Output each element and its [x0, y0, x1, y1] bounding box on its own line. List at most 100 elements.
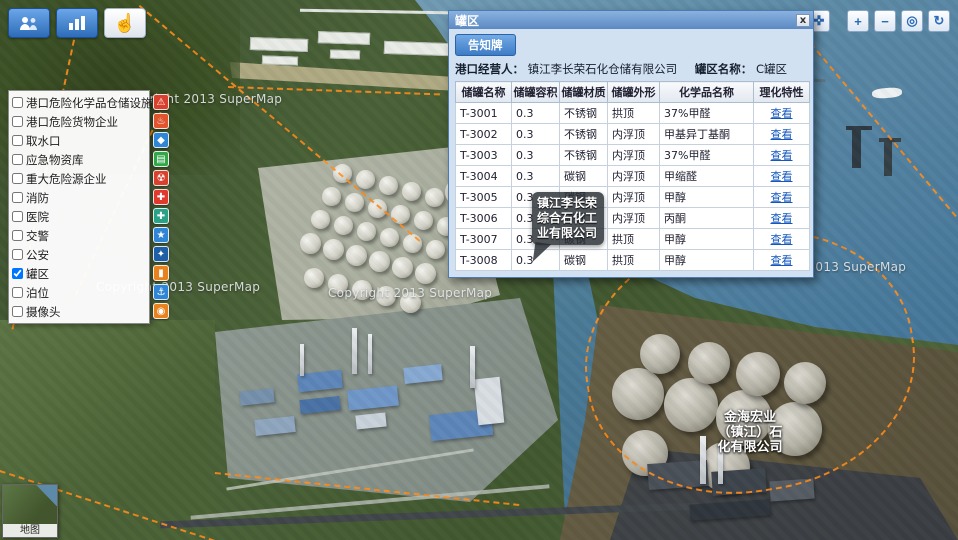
layer-item-11[interactable]: 摄像头: [9, 302, 149, 321]
zoom-in-button[interactable]: +: [847, 10, 869, 32]
view-link[interactable]: 查看: [771, 170, 793, 183]
table-row: T-30010.3不锈钢拱顶37%甲醛查看: [456, 103, 810, 124]
view-link[interactable]: 查看: [771, 254, 793, 267]
storage-tank[interactable]: [402, 182, 421, 201]
layer-checkbox[interactable]: [12, 287, 23, 298]
overview-map[interactable]: 地图: [2, 484, 58, 538]
table-cell: 不锈钢: [560, 145, 608, 166]
table-cell: T-3004: [456, 166, 512, 187]
dialog-title: 罐区: [455, 12, 479, 29]
storage-tank[interactable]: [357, 222, 376, 241]
table-cell: 甲缩醛: [660, 166, 754, 187]
table-row: T-30070.3碳钢拱顶甲醇查看: [456, 229, 810, 250]
table-cell: 内浮顶: [608, 124, 660, 145]
table-cell: 37%甲醛: [660, 145, 754, 166]
view-link[interactable]: 查看: [771, 128, 793, 141]
area-name-value: C罐区: [756, 62, 787, 76]
refresh-button[interactable]: ↻: [928, 10, 950, 32]
column-header: 理化特性: [754, 82, 810, 103]
storage-tank[interactable]: [322, 187, 341, 206]
layer-item-5[interactable]: 消防: [9, 188, 149, 207]
zoom-out-button[interactable]: −: [874, 10, 896, 32]
layer-checkbox[interactable]: [12, 306, 23, 317]
zoom-out-icon: −: [881, 14, 889, 29]
major-hazard-icon: ☢: [153, 170, 169, 186]
storage-tank[interactable]: [346, 245, 367, 266]
emergency-supplies-icon: ▤: [153, 151, 169, 167]
building: [474, 377, 505, 425]
layer-checkbox[interactable]: [12, 230, 23, 241]
layer-checkbox[interactable]: [12, 154, 23, 165]
map-copyright: Copyright 2013 SuperMap: [328, 286, 492, 300]
touch-mode-button[interactable]: ☝: [104, 8, 146, 38]
layer-checkbox[interactable]: [12, 268, 23, 279]
layer-item-8[interactable]: 公安: [9, 245, 149, 264]
view-link[interactable]: 查看: [771, 212, 793, 225]
storage-tank[interactable]: [304, 268, 324, 288]
crane: [846, 126, 872, 130]
layer-item-1[interactable]: 港口危险货物企业: [9, 112, 149, 131]
storage-tank[interactable]: [334, 216, 353, 235]
layer-label: 交警: [26, 228, 49, 244]
emergency-resources-button[interactable]: [8, 8, 50, 38]
view-link[interactable]: 查看: [771, 149, 793, 162]
layer-checkbox[interactable]: [12, 135, 23, 146]
company-callout[interactable]: 镇江李长荣综合石化工业有限公司: [532, 192, 604, 245]
layer-item-3[interactable]: 应急物资库: [9, 150, 149, 169]
layer-checkbox[interactable]: [12, 211, 23, 222]
layer-checkbox[interactable]: [12, 192, 23, 203]
storage-tank[interactable]: [311, 210, 330, 229]
full-extent-icon: ◎: [906, 13, 917, 29]
water-intake-icon: ◆: [153, 132, 169, 148]
view-link[interactable]: 查看: [771, 191, 793, 204]
statistics-button[interactable]: [56, 8, 98, 38]
table-cell: 拱顶: [608, 229, 660, 250]
full-extent-button[interactable]: ◎: [901, 10, 923, 32]
close-button[interactable]: x: [796, 14, 810, 27]
storage-tank[interactable]: [356, 170, 375, 189]
table-cell: 甲醇: [660, 229, 754, 250]
layer-label: 泊位: [26, 285, 49, 301]
layer-item-9[interactable]: 罐区: [9, 264, 149, 283]
storage-tank[interactable]: [379, 176, 398, 195]
storage-tank[interactable]: [323, 239, 344, 260]
tank-area-icon: ▮: [153, 265, 169, 281]
notice-board-button[interactable]: 告知牌: [455, 34, 516, 56]
company-label[interactable]: 金海宏业（镇江）石化有限公司: [714, 410, 786, 455]
layer-item-7[interactable]: 交警: [9, 226, 149, 245]
storage-tank[interactable]: [369, 251, 390, 272]
layer-label: 应急物资库: [26, 152, 84, 168]
layer-item-6[interactable]: 医院: [9, 207, 149, 226]
layer-item-4[interactable]: 重大危险源企业: [9, 169, 149, 188]
layer-label: 重大危险源企业: [26, 171, 107, 187]
layer-checkbox[interactable]: [12, 249, 23, 260]
layer-item-0[interactable]: 港口危险化学品仓储设施: [9, 93, 149, 112]
view-link[interactable]: 查看: [771, 107, 793, 120]
storage-tank[interactable]: [380, 228, 399, 247]
storage-tank[interactable]: [414, 211, 433, 230]
table-cell: 不锈钢: [560, 103, 608, 124]
dialog-titlebar[interactable]: 罐区 x: [449, 11, 813, 29]
layer-item-2[interactable]: 取水口: [9, 131, 149, 150]
layer-checkbox[interactable]: [12, 116, 23, 127]
tank-table-body: T-30010.3不锈钢拱顶37%甲醛查看T-30020.3不锈钢内浮顶甲基异丁…: [456, 103, 810, 271]
storage-tank[interactable]: [426, 240, 445, 259]
storage-tank[interactable]: [415, 263, 436, 284]
crane: [884, 140, 892, 176]
dialog-body: 告知牌 港口经营人： 镇江李长荣石化仓储有限公司 罐区名称： C罐区 储罐名称储…: [449, 29, 813, 277]
table-cell: 0.3: [512, 124, 560, 145]
table-cell: 内浮顶: [608, 208, 660, 229]
dangerous-goods-icon: ♨: [153, 113, 169, 129]
chimney: [368, 334, 372, 374]
people-icon: [18, 15, 40, 31]
view-link[interactable]: 查看: [771, 233, 793, 246]
storage-tank[interactable]: [392, 257, 413, 278]
layer-item-10[interactable]: 泊位: [9, 283, 149, 302]
storage-tank[interactable]: [345, 193, 364, 212]
storage-tank[interactable]: [425, 188, 444, 207]
storage-tank[interactable]: [300, 233, 321, 254]
berth-icon: ⚓: [153, 284, 169, 300]
layer-checkbox[interactable]: [12, 173, 23, 184]
supermap-3d-app: Copyright 2013 SuperMap Copyright 2013 S…: [0, 0, 958, 540]
layer-checkbox[interactable]: [12, 97, 23, 108]
